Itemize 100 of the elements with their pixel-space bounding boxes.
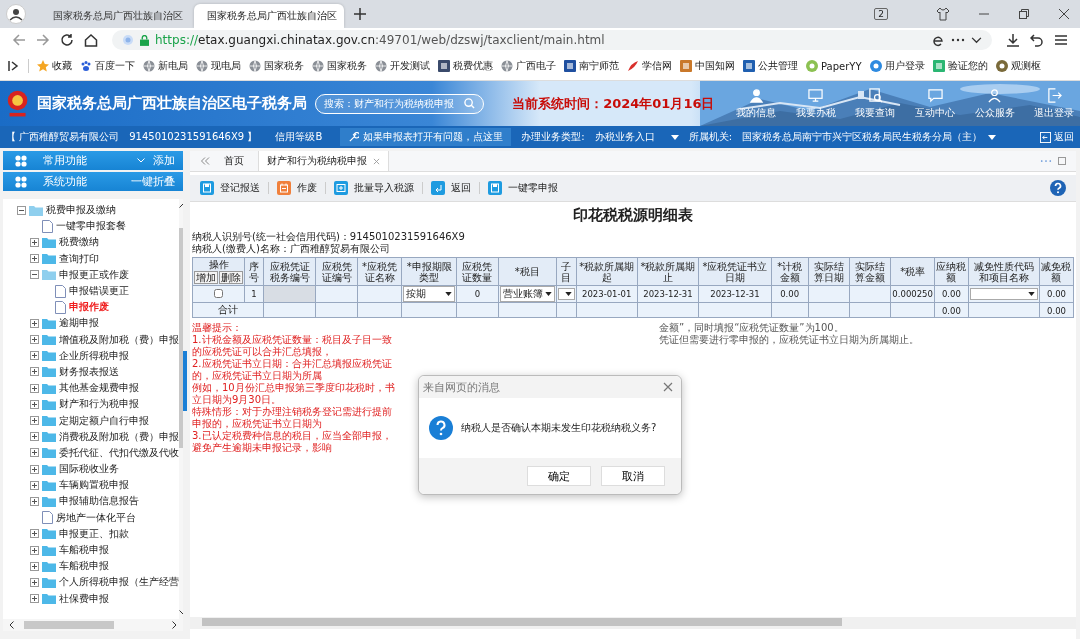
browser-tab[interactable]: 国家税务总局广西壮族自治区	[194, 4, 344, 28]
bookmark[interactable]: 百度一下	[80, 59, 135, 73]
page-tab[interactable]: 财产和行为税纳税申报	[258, 151, 389, 171]
tree-item[interactable]: 国际税收业务	[59, 462, 119, 477]
bookmark[interactable]: 国家税务	[312, 59, 367, 73]
tree-item[interactable]: 增值税及附加税（费）申报	[59, 332, 179, 347]
expand-icon[interactable]	[30, 416, 39, 426]
bookmark[interactable]: 开发测试	[375, 59, 430, 73]
tree-item[interactable]: 委托代征、代扣代缴及代收	[59, 445, 179, 460]
toolbar-button[interactable]: 一键零申报	[488, 181, 558, 195]
dialog-button[interactable]: 确定	[527, 466, 591, 486]
bookmark[interactable]: 税费优惠	[438, 59, 493, 73]
tree-item[interactable]: 申报更正或作废	[59, 267, 129, 282]
row-action-button[interactable]: 增加	[194, 271, 218, 284]
back-icon[interactable]	[12, 33, 26, 47]
tree-item[interactable]: 车船税申报	[59, 559, 109, 574]
tree-item[interactable]: 一键零申报套餐	[56, 219, 126, 234]
tree-item[interactable]: 申报辅助信息报告	[59, 494, 139, 509]
tree-item[interactable]: 其他基金规费申报	[59, 381, 139, 396]
bookmark[interactable]: 广西电子	[501, 59, 556, 73]
expand-icon[interactable]	[30, 383, 39, 393]
restore-icon[interactable]	[1018, 8, 1030, 20]
menu-icon[interactable]	[1054, 33, 1068, 47]
search-field[interactable]: 搜索：财产和行为税纳税申报	[315, 93, 485, 114]
nav-link[interactable]: 公众服务	[968, 87, 1021, 120]
expand-icon[interactable]	[30, 529, 39, 539]
expand-icon[interactable]	[30, 335, 39, 345]
expand-icon[interactable]	[30, 594, 39, 604]
collapse-icon[interactable]	[17, 205, 26, 215]
address-bar[interactable]: https://etax.guangxi.chinatax.gov.cn:49701/web/dzswj/taxclient/main.html	[112, 30, 992, 50]
expand-icon[interactable]	[30, 237, 39, 247]
expand-icon[interactable]	[30, 480, 39, 490]
row-action-button[interactable]: 删除	[219, 271, 243, 284]
nav-link[interactable]: 我的信息	[730, 87, 783, 120]
tree-item[interactable]: 社保费申报	[59, 591, 109, 606]
reload-icon[interactable]	[60, 33, 74, 47]
bookmark[interactable]: 南宁师范	[564, 59, 619, 73]
tree-item[interactable]: 财务报表报送	[59, 364, 119, 379]
expand-icon[interactable]	[30, 464, 39, 474]
tab-count-button[interactable]: 2	[874, 8, 888, 20]
nav-link[interactable]: 退出登录	[1028, 87, 1080, 120]
expand-icon[interactable]	[30, 545, 39, 555]
row-checkbox[interactable]	[214, 288, 223, 298]
bookmark[interactable]: 验证您的	[932, 59, 988, 73]
expand-icon[interactable]	[30, 318, 39, 328]
collapse-handle[interactable]	[183, 351, 187, 411]
expand-icon[interactable]	[30, 561, 39, 571]
expand-icon[interactable]	[30, 577, 39, 587]
bookmark[interactable]: 中国知网	[680, 59, 735, 73]
tree-item[interactable]: 申报作废	[69, 300, 109, 315]
toolbar-button[interactable]: 登记报送	[200, 181, 260, 195]
bookmark[interactable]: 用户登录	[869, 59, 925, 73]
tree-item[interactable]: 企业所得税申报	[59, 348, 129, 363]
bookmark[interactable]: 学信网	[627, 59, 672, 73]
expand-icon[interactable]	[30, 448, 39, 458]
scroll-right-icon[interactable]	[172, 621, 177, 629]
bookmark[interactable]: 观测枢	[995, 59, 1041, 73]
shirt-icon[interactable]	[936, 7, 950, 21]
expand-icon[interactable]	[30, 432, 39, 442]
chevron-down-icon[interactable]	[971, 36, 982, 44]
expand-icon[interactable]	[30, 367, 39, 377]
collapse-icon[interactable]	[30, 270, 39, 280]
new-tab-icon[interactable]	[354, 8, 366, 20]
scrollbar[interactable]	[3, 619, 183, 631]
tree-item[interactable]: 个人所得税申报（生产经营	[59, 575, 179, 590]
nav-link[interactable]: 互动中心	[909, 87, 961, 120]
help-icon[interactable]	[1050, 180, 1066, 196]
home-icon[interactable]	[84, 33, 98, 47]
bookmark[interactable]: 现电局	[196, 59, 241, 73]
bookmark[interactable]: 收藏	[37, 59, 72, 73]
sidebar-toggle-icon[interactable]	[8, 60, 20, 72]
tree-item[interactable]: 财产和行为税申报	[59, 397, 139, 412]
maximize-icon[interactable]	[1058, 157, 1066, 165]
tree-item[interactable]: 消费税及附加税（费）申报	[59, 429, 179, 444]
toolbar-button[interactable]: 作废	[277, 181, 317, 195]
forward-icon[interactable]	[36, 33, 50, 47]
expand-icon[interactable]	[30, 399, 39, 409]
expand-icon[interactable]	[30, 496, 39, 506]
back-link[interactable]: 返回	[1040, 130, 1074, 144]
download-icon[interactable]	[1006, 33, 1020, 47]
scroll-left-icon[interactable]	[9, 621, 14, 629]
tree-item[interactable]: 房地产一体化平台	[56, 510, 136, 525]
close-icon[interactable]	[1058, 8, 1070, 20]
more-icon[interactable]	[951, 38, 965, 42]
tree-item[interactable]: 税费申报及缴纳	[46, 203, 116, 218]
profile-icon[interactable]	[6, 4, 26, 24]
authority-dropdown[interactable]: 国家税务总局南宁市兴宁区税务局民生税务分局（主）	[742, 130, 996, 144]
dropdown[interactable]: 营业账簿	[499, 286, 555, 302]
help-link[interactable]: 如果申报表打开有问题，点这里	[340, 128, 512, 146]
tree-item[interactable]: 车船税申报	[59, 543, 109, 558]
close-icon[interactable]	[663, 382, 673, 392]
bookmark[interactable]: 新电局	[143, 59, 188, 73]
expand-icon[interactable]	[30, 254, 39, 264]
tree-item[interactable]: 税费缴纳	[59, 235, 99, 250]
bookmark[interactable]: 公共管理	[743, 59, 798, 73]
toolbar-button[interactable]: 批量导入税源	[334, 181, 414, 195]
toolbar-button[interactable]: 返回	[431, 181, 471, 195]
expand-icon[interactable]	[30, 351, 39, 361]
undo-icon[interactable]	[1030, 33, 1044, 47]
nav-link[interactable]: 我要查询	[849, 87, 902, 120]
